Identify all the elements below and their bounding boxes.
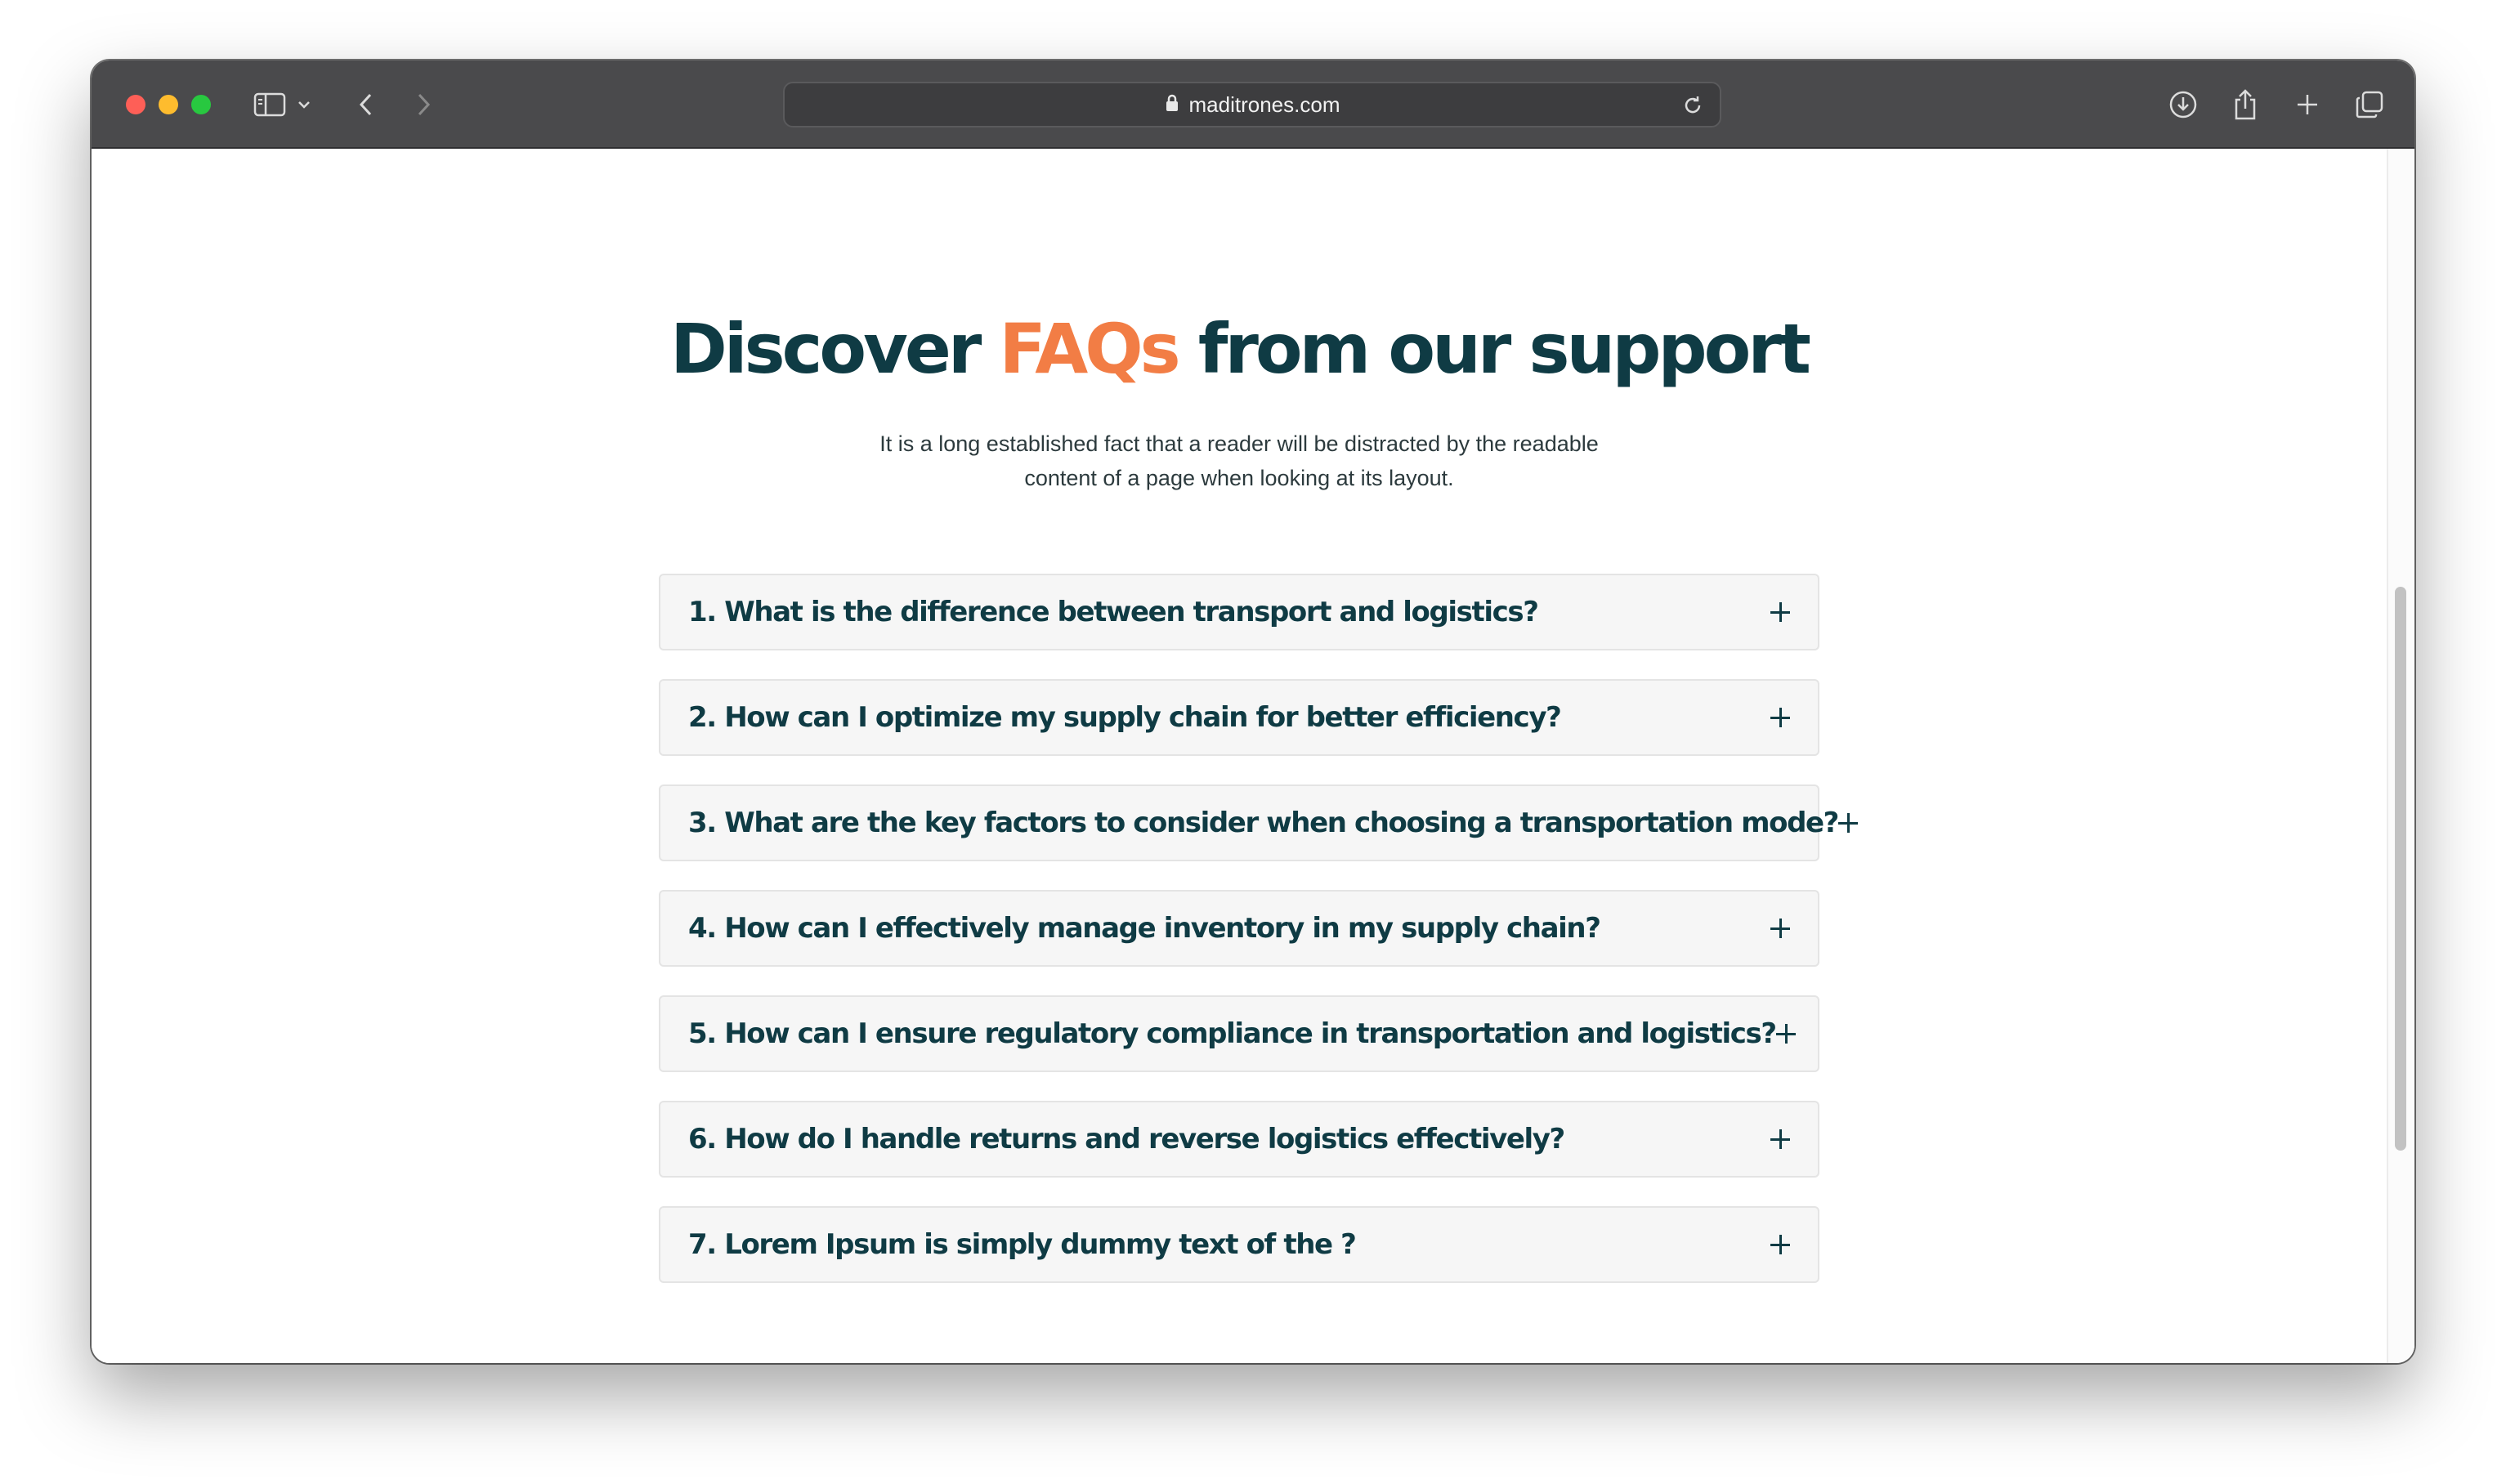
- page-content: Discover FAQs from our support It is a l…: [92, 149, 2414, 1363]
- faq-question: 7. Lorem Ipsum is simply dummy text of t…: [688, 1228, 1357, 1261]
- plus-icon[interactable]: [1775, 1024, 1796, 1044]
- url-text: maditrones.com: [1188, 92, 1340, 117]
- faq-item-3[interactable]: 3. What are the key factors to consider …: [659, 784, 1858, 861]
- browser-toolbar: maditrones.com: [92, 60, 2414, 149]
- subtitle-line-1: It is a long established fact that a rea…: [879, 431, 1599, 456]
- faq-item-2[interactable]: 2. How can I optimize my supply chain fo…: [659, 679, 1819, 756]
- faq-item-7[interactable]: 7. Lorem Ipsum is simply dummy text of t…: [659, 1206, 1819, 1283]
- chevron-down-icon[interactable]: [293, 85, 315, 124]
- faq-question: 6. How do I handle returns and reverse l…: [688, 1123, 1565, 1155]
- plus-icon[interactable]: [1838, 813, 1858, 833]
- reload-icon[interactable]: [1680, 93, 1705, 122]
- tab-overview-icon[interactable]: [2352, 85, 2387, 124]
- back-icon[interactable]: [351, 85, 381, 124]
- faq-question: 5. How can I ensure regulatory complianc…: [688, 1017, 1777, 1050]
- subtitle-line-2: content of a page when looking at its la…: [1024, 466, 1454, 490]
- close-window-button[interactable]: [126, 95, 145, 114]
- maximize-window-button[interactable]: [191, 95, 211, 114]
- title-prefix: Discover: [670, 309, 982, 389]
- minimize-window-button[interactable]: [159, 95, 178, 114]
- faq-item-6[interactable]: 6. How do I handle returns and reverse l…: [659, 1101, 1819, 1178]
- plus-icon[interactable]: [1770, 919, 1790, 938]
- sidebar-toggle-icon[interactable]: [252, 85, 288, 124]
- forward-icon[interactable]: [409, 85, 438, 124]
- share-icon[interactable]: [2228, 85, 2262, 124]
- scrollbar-thumb[interactable]: [2395, 587, 2406, 1151]
- scrollbar[interactable]: [2387, 149, 2414, 1363]
- title-suffix: from our support: [1197, 309, 1811, 389]
- page-subtitle: It is a long established fact that a rea…: [92, 427, 2387, 495]
- faq-list: 1. What is the difference between transp…: [659, 574, 1858, 1312]
- faq-item-1[interactable]: 1. What is the difference between transp…: [659, 574, 1819, 650]
- faq-item-4[interactable]: 4. How can I effectively manage inventor…: [659, 890, 1819, 967]
- browser-window: maditrones.com Discover FAQs from our su…: [92, 60, 2414, 1363]
- faq-item-5[interactable]: 5. How can I ensure regulatory complianc…: [659, 995, 1819, 1072]
- plus-icon[interactable]: [1770, 1235, 1790, 1254]
- address-bar[interactable]: maditrones.com: [783, 82, 1721, 127]
- plus-icon[interactable]: [1770, 708, 1790, 727]
- lock-icon: [1165, 93, 1179, 117]
- faq-question: 1. What is the difference between transp…: [688, 596, 1539, 628]
- faq-question: 4. How can I effectively manage inventor…: [688, 912, 1601, 945]
- plus-icon[interactable]: [1770, 602, 1790, 622]
- new-tab-icon[interactable]: [2290, 85, 2325, 124]
- plus-icon[interactable]: [1770, 1129, 1790, 1149]
- page-title: Discover FAQs from our support: [92, 309, 2387, 389]
- download-icon[interactable]: [2166, 85, 2200, 124]
- faq-question: 3. What are the key factors to consider …: [688, 807, 1839, 839]
- faq-question: 2. How can I optimize my supply chain fo…: [688, 701, 1562, 734]
- title-accent: FAQs: [999, 309, 1181, 389]
